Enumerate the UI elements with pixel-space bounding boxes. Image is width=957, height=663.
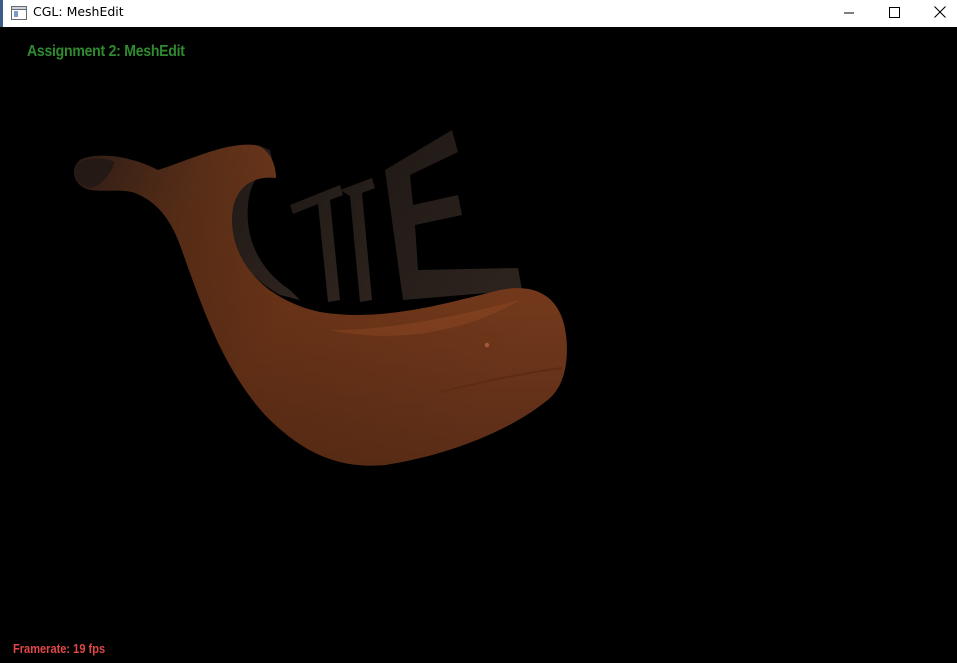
whale-mesh xyxy=(74,144,567,466)
assignment-heading: Assignment 2: MeshEdit xyxy=(27,43,185,60)
meshedit-window: CGL: MeshEdit Assignment 2: MeshEdit Fra… xyxy=(0,0,957,663)
mesh-render-viewport[interactable] xyxy=(0,0,957,663)
framerate-readout: Framerate: 19 fps xyxy=(13,641,106,656)
